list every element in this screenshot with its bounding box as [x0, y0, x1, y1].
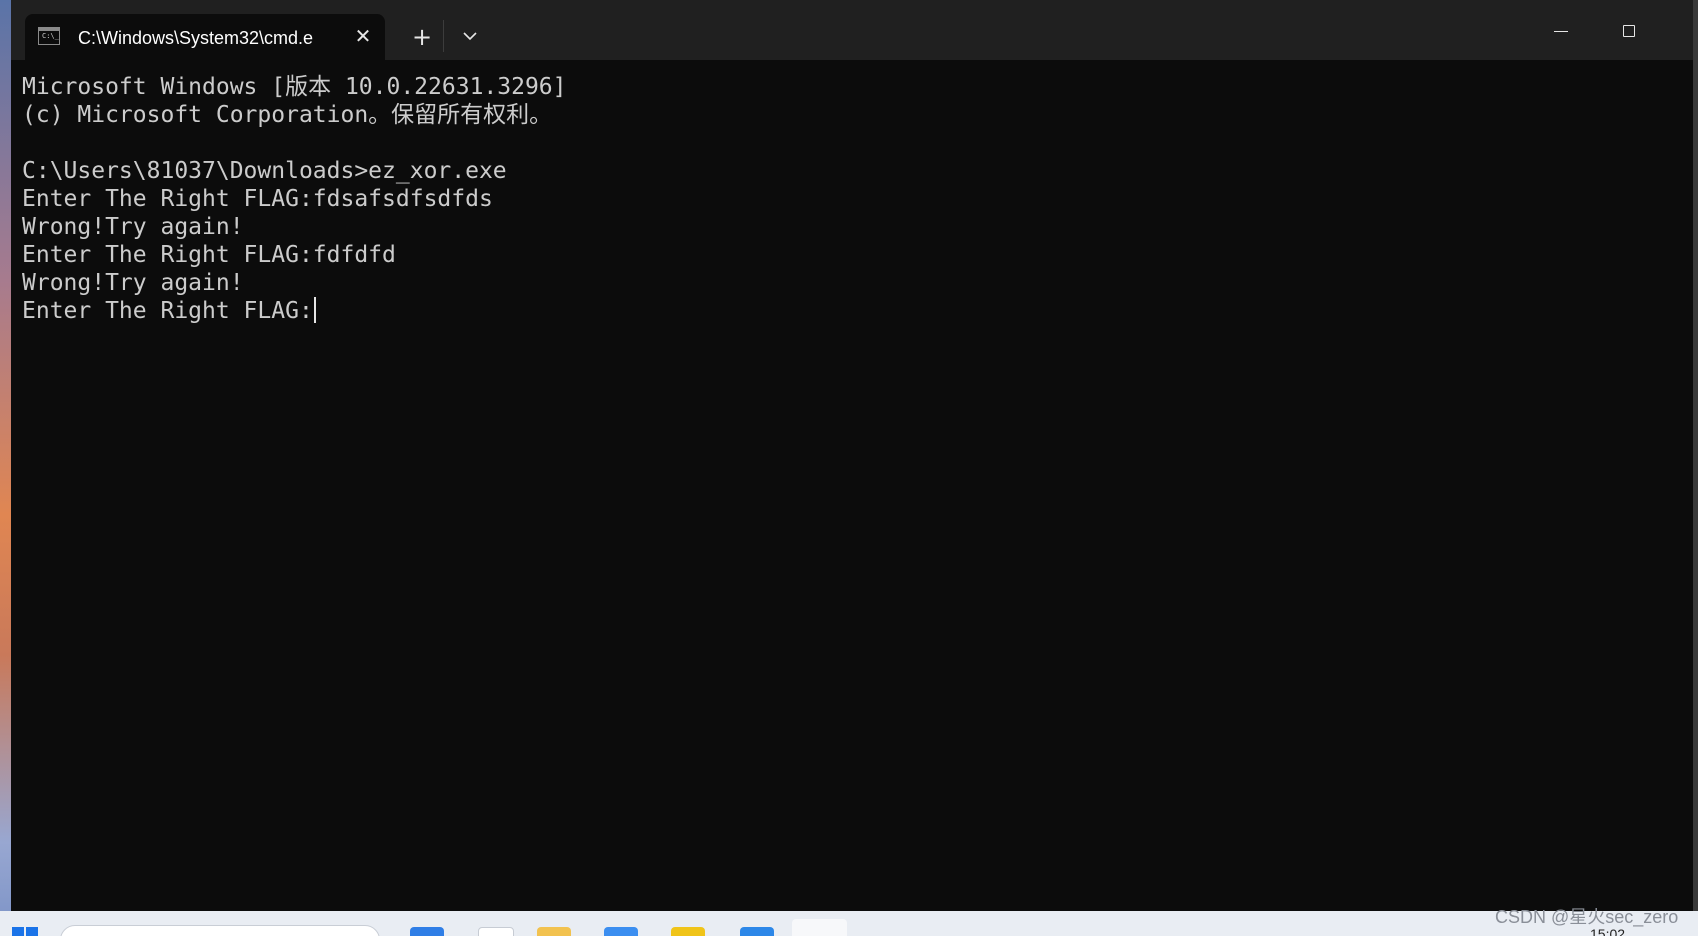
chevron-down-icon	[463, 32, 477, 41]
watermark-text: CSDN @星火sec_zero	[1495, 907, 1679, 927]
taskbar-app-star-icon[interactable]	[671, 927, 705, 936]
tab-title: C:\Windows\System32\cmd.e	[78, 28, 314, 48]
plus-icon: +	[411, 23, 433, 51]
taskbar	[0, 911, 1698, 936]
windows-start-icon[interactable]	[12, 927, 38, 936]
taskbar-app-store-icon[interactable]	[478, 927, 514, 936]
new-tab-button[interactable]: +	[407, 22, 437, 52]
minimize-button[interactable]	[1546, 17, 1576, 47]
desktop-wallpaper-strip	[0, 0, 11, 936]
terminal-icon-glyph: C:\_	[42, 32, 59, 40]
terminal-line: Wrong!Try again!	[22, 214, 244, 240]
taskbar-app-folder-icon[interactable]	[537, 927, 571, 936]
prompt-text: Enter The Right FLAG:	[22, 298, 313, 324]
terminal-line: Enter The Right FLAG:fdsafsdfsdfds	[22, 186, 493, 212]
terminal-line: Microsoft Windows [版本 10.0.22631.3296]	[22, 74, 567, 100]
terminal-output[interactable]: Microsoft Windows [版本 10.0.22631.3296] (…	[11, 60, 1693, 911]
taskbar-app-vscode-icon[interactable]	[604, 927, 638, 936]
maximize-button[interactable]	[1615, 17, 1645, 47]
terminal-icon: C:\_	[38, 27, 60, 45]
terminal-line: Enter The Right FLAG:fdfdfd	[22, 242, 396, 268]
taskbar-search-box[interactable]	[60, 925, 380, 936]
tab-dropdown-button[interactable]	[458, 24, 482, 48]
terminal-line: C:\Users\81037\Downloads>ez_xor.exe	[22, 158, 507, 184]
taskbar-clock[interactable]: 15:02	[1590, 926, 1625, 936]
close-icon[interactable]: ✕	[351, 24, 375, 48]
terminal-line: Wrong!Try again!	[22, 270, 244, 296]
terminal-line: (c) Microsoft Corporation。保留所有权利。	[22, 102, 553, 128]
maximize-icon	[1623, 25, 1635, 37]
desktop-edge-strip	[1693, 0, 1698, 936]
terminal-window: C:\_ C:\Windows\System32\cmd.e ✕ + Micro…	[11, 0, 1693, 911]
taskbar-app-edge-icon[interactable]	[410, 927, 444, 936]
tab-separator	[443, 20, 444, 52]
title-bar[interactable]: C:\_ C:\Windows\System32\cmd.e ✕ +	[11, 0, 1693, 60]
taskbar-app-mail-icon[interactable]	[740, 927, 774, 936]
minimize-icon	[1554, 31, 1568, 32]
terminal-prompt-line[interactable]: Enter The Right FLAG:	[22, 297, 316, 325]
tab-cmd[interactable]: C:\_ C:\Windows\System32\cmd.e ✕	[25, 14, 385, 60]
taskbar-app-terminal-active[interactable]	[792, 919, 847, 936]
text-cursor	[313, 297, 316, 323]
desktop: C:\_ C:\Windows\System32\cmd.e ✕ + Micro…	[0, 0, 1698, 936]
